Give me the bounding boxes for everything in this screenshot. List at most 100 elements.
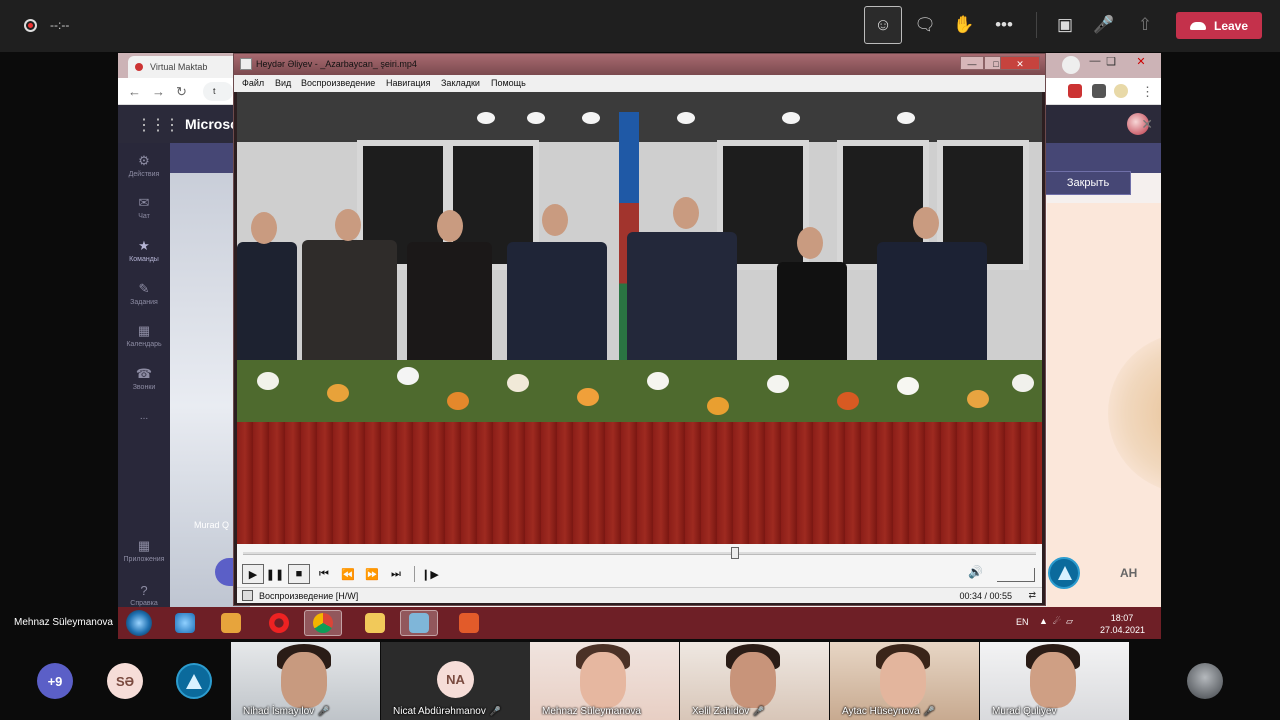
participant-video <box>880 652 926 708</box>
camera-toggle-button[interactable]: ▣ <box>1046 6 1084 44</box>
taskbar-clock[interactable]: 18:07 27.04.2021 <box>1100 612 1145 636</box>
participant-tile[interactable]: NA Nicat Abdürəhmanov 🎤 <box>381 642 530 720</box>
play-button[interactable]: ▶ <box>242 564 264 584</box>
show-participants-button[interactable]: ☺ <box>864 6 902 44</box>
participant-tile[interactable]: Xəlil Zahidov 🎤 <box>680 642 829 720</box>
volume-icon[interactable]: 🔊 <box>968 565 983 579</box>
camera-off-icon: ▣ <box>1056 15 1074 34</box>
participant-name-text: Murad Quliyev <box>992 706 1057 717</box>
taskbar-app-media[interactable] <box>212 610 250 636</box>
reactions-button[interactable]: ✋ <box>945 6 983 44</box>
rail-item-apps[interactable]: ▦ Приложения <box>118 538 170 563</box>
more-actions-button[interactable]: ••• <box>985 6 1023 44</box>
video-flower <box>507 374 529 392</box>
rail-item-calendar[interactable]: ▦ Календарь <box>118 323 170 348</box>
rewind-button[interactable]: ⏪ <box>337 564 359 584</box>
participant-video <box>730 652 776 708</box>
rail-item-calls[interactable]: ☎ Звонки <box>118 366 170 391</box>
profile-circle-icon[interactable] <box>1062 56 1080 74</box>
player-title-bar: Heydər Əliyev - _Azarbaycan_ şeiri.mp4 —… <box>234 54 1045 75</box>
rail-item-chat[interactable]: ✉ Чат <box>118 195 170 220</box>
app-launcher-icon[interactable]: ⋮⋮⋮ <box>136 115 180 135</box>
taskbar-app-opera[interactable] <box>260 610 298 636</box>
apps-icon: ▦ <box>137 538 151 553</box>
taskbar-app-player[interactable] <box>400 610 438 636</box>
self-avatar[interactable] <box>1187 663 1223 699</box>
menu-file[interactable]: Файл <box>242 78 264 88</box>
language-indicator[interactable]: EN <box>1016 617 1029 627</box>
leave-button[interactable]: Leave <box>1176 12 1262 39</box>
menu-navigation[interactable]: Навигация <box>386 78 430 88</box>
menu-playback[interactable]: Воспроизведение <box>301 78 375 88</box>
extensions-puzzle-icon[interactable] <box>1092 84 1106 98</box>
url-field[interactable]: t <box>203 82 233 101</box>
status-icon <box>242 590 253 601</box>
mic-toggle-button[interactable]: 🎤 <box>1085 6 1123 44</box>
participant-avatar[interactable]: SƏ <box>107 663 143 699</box>
back-arrow-icon[interactable]: ← <box>128 84 141 99</box>
taskbar-app-ie[interactable] <box>166 610 204 636</box>
participant-tile[interactable]: Nihad İsmayılov 🎤 <box>231 642 380 720</box>
taskbar-app-explorer[interactable] <box>356 610 394 636</box>
participant-tile[interactable]: Mehnaz Süleymanova <box>530 642 679 720</box>
video-frame[interactable] <box>237 92 1042 544</box>
player-app-icon <box>240 58 252 70</box>
more-participants-button[interactable]: +9 <box>37 663 73 699</box>
volume-slider[interactable] <box>997 568 1035 582</box>
calendar-extension-icon[interactable] <box>1068 84 1082 98</box>
menu-bookmarks[interactable]: Закладки <box>441 78 480 88</box>
share-screen-button[interactable]: ⇧ <box>1126 6 1164 44</box>
stop-button[interactable]: ■ <box>288 564 310 584</box>
seek-thumb[interactable] <box>730 547 739 559</box>
windows-start-button[interactable] <box>126 610 152 636</box>
browser-tab-title: Virtual Maktab <box>150 62 208 72</box>
browser-maximize-button[interactable]: ❑ <box>1100 55 1122 68</box>
forward-button[interactable]: ⏩ <box>361 564 383 584</box>
pause-button[interactable]: ❚❚ <box>264 564 286 584</box>
participant-tile[interactable]: Murad Quliyev <box>980 642 1129 720</box>
rail-item-assignments[interactable]: ✎ Задания <box>118 281 170 306</box>
resize-grip-icon[interactable]: ⇄ <box>1028 590 1036 601</box>
fast-forward-icon: ⏩ <box>365 568 379 581</box>
media-player-window: Heydər Əliyev - _Azarbaycan_ şeiri.mp4 —… <box>233 53 1046 606</box>
participant-name-text: Xəlil Zahidov <box>692 706 750 717</box>
menu-view[interactable]: Вид <box>275 78 291 88</box>
player-close-button[interactable]: ✕ <box>1000 56 1040 70</box>
rail-item-more[interactable]: ... <box>118 411 170 422</box>
video-ceiling-light <box>582 112 600 124</box>
rail-item-label: Звонки <box>132 384 156 391</box>
rail-item-teams[interactable]: ★ Команды <box>118 238 170 263</box>
player-minimize-button[interactable]: — <box>960 56 984 70</box>
show-chat-button[interactable]: 🗨 <box>906 6 944 44</box>
previous-button[interactable]: ⏮ <box>313 564 335 584</box>
toolbar-divider <box>1036 12 1037 38</box>
taskbar-app-office[interactable] <box>450 610 488 636</box>
phone-icon: ☎ <box>135 366 153 381</box>
chat-icon: 🗨 <box>914 15 936 34</box>
account-avatar-icon[interactable] <box>1114 84 1128 98</box>
next-button[interactable]: ⏭ <box>385 564 407 584</box>
frame-step-button[interactable]: ❙▶ <box>419 564 441 584</box>
participant-logo-avatar[interactable] <box>176 663 212 699</box>
video-person-head <box>542 204 568 236</box>
video-flower <box>837 392 859 410</box>
rail-item-activity[interactable]: ⚙ Действия <box>118 153 170 178</box>
close-panel-button[interactable]: Закрыть <box>1045 171 1131 195</box>
rail-item-help[interactable]: ? Справка <box>118 583 170 607</box>
browser-tab[interactable]: Virtual Maktab <box>128 56 248 78</box>
taskbar-app-chrome[interactable] <box>304 610 342 636</box>
browser-menu-icon[interactable]: ⋮ <box>1141 84 1154 100</box>
reload-icon[interactable]: ↻ <box>176 84 187 100</box>
forward-arrow-icon[interactable]: → <box>152 84 165 99</box>
close-icon[interactable]: ✕ <box>1141 116 1153 133</box>
browser-close-button[interactable]: ✕ <box>1130 55 1152 68</box>
menu-help[interactable]: Помощь <box>491 78 526 88</box>
app-logo-icon <box>186 673 202 689</box>
participant-tile[interactable]: Aytac Hüseynova 🎤 <box>830 642 979 720</box>
participant-name: Xəlil Zahidov 🎤 <box>692 706 764 717</box>
seek-bar[interactable] <box>243 552 1036 555</box>
video-person-head <box>913 207 939 239</box>
calendar-icon: ▦ <box>137 323 151 338</box>
tray-icons[interactable]: ▲☄▱ <box>1039 616 1078 627</box>
meeting-control-pill[interactable] <box>215 558 235 586</box>
